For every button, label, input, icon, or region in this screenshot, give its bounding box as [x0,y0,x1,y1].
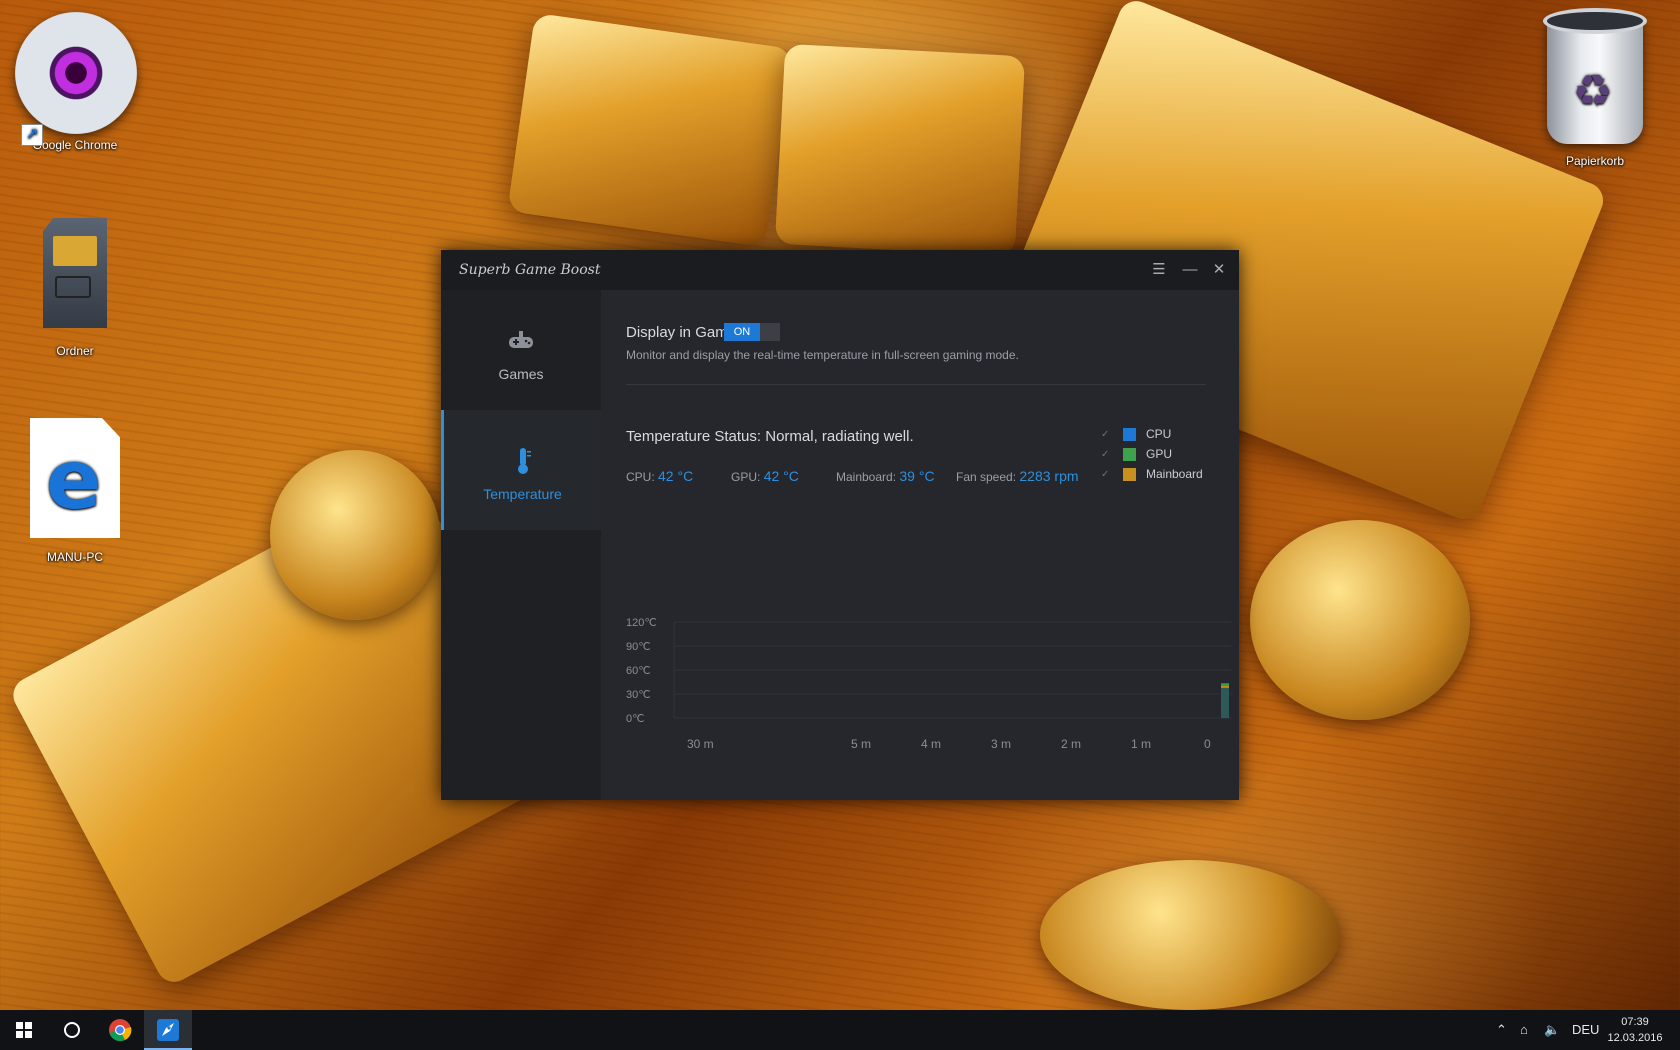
network-icon[interactable]: ⌂ [1520,1022,1528,1037]
gpu-label: GPU: [731,470,761,484]
rocket-icon [157,1019,179,1041]
y-tick-label: 60℃ [626,665,651,677]
cortana-icon [64,1022,80,1038]
legend-swatch [1123,428,1136,441]
language-indicator[interactable]: DEU [1572,1022,1599,1037]
mainboard-label: Mainboard: [836,470,897,484]
temperature-chart-svg: 120℃ 90℃ 60℃ 30℃ 0℃ 30 m 5 m 4 m 3 m 2 m 1 m 0 [626,617,1231,751]
x-tick-label: 2 m [1061,737,1081,751]
cpu-value: 42 °C [658,468,694,484]
check-icon[interactable]: ✓ [1101,429,1113,441]
nav-item-label: Games [498,366,544,382]
toggle-state: ON [724,323,760,341]
shortcut-arrow-icon: ↗ [21,124,43,146]
nav-item-games[interactable]: Games [441,290,601,410]
fan-metric: Fan speed: 2283 rpm [956,468,1079,484]
latest-readings-bar [1221,684,1229,718]
mainboard-value: 39 °C [899,468,935,484]
x-tick-label: 30 m [687,737,714,751]
chrome-icon [109,1019,132,1042]
legend-label: GPU [1146,447,1173,461]
menu-icon[interactable]: ☰ [1148,259,1170,281]
clock[interactable]: 07:39 12.03.2016 [1600,1014,1670,1046]
app-window: Superb Game Boost ☰ — ✕ Games Temperatur… [441,250,1239,800]
x-tick-label: 1 m [1131,737,1151,751]
y-tick-label: 90℃ [626,641,651,653]
gold-bar-bg [507,12,793,248]
minimize-icon[interactable]: — [1179,259,1201,281]
volume-icon[interactable]: 🔈 [1544,1022,1560,1038]
windows-icon [16,1022,32,1038]
thermometer-icon [517,448,531,474]
temperature-status: Temperature Status: Normal, radiating we… [626,428,914,445]
desktop-icon-label: MANU-PC [47,550,103,564]
sidebar: Games Temperature [441,290,601,800]
mainboard-metric: Mainboard: 39 °C [836,468,935,484]
clock-time: 07:39 [1621,1016,1649,1028]
chrome-icon [15,12,137,134]
y-tick-label: 120℃ [626,617,657,629]
check-icon[interactable]: ✓ [1101,469,1113,481]
clock-date: 12.03.2016 [1607,1032,1663,1044]
desktop-icon-folder[interactable]: Ordner [15,218,135,358]
data-point-mainboard [1221,685,1229,688]
check-icon[interactable]: ✓ [1101,449,1113,461]
desktop-icon-label: Ordner [56,344,94,358]
taskbar-chrome[interactable] [96,1010,144,1050]
chevron-up-icon[interactable]: ⌃ [1496,1022,1507,1038]
gold-coin-bg [1040,860,1340,1010]
y-tick-label: 30℃ [626,689,651,701]
y-tick-label: 0℃ [626,713,644,725]
legend-item-gpu[interactable]: ✓ GPU [1101,447,1221,465]
edge-file-icon: e [30,418,120,538]
desktop-icon-recycle-bin[interactable]: ♻ Papierkorb [1535,8,1655,168]
start-button[interactable] [0,1010,48,1050]
temperature-chart: 120℃ 90℃ 60℃ 30℃ 0℃ 30 m 5 m 4 m 3 m 2 m 1 m 0 [601,610,1239,805]
legend-label: Mainboard [1146,467,1203,481]
sd-card-icon [43,218,107,328]
gold-coin-bg [1250,520,1470,720]
taskbar-game-boost[interactable] [144,1010,192,1050]
legend-swatch [1123,448,1136,461]
display-in-game-toggle[interactable]: ON [724,323,780,341]
close-icon[interactable]: ✕ [1208,259,1230,281]
title-bar[interactable]: Superb Game Boost ☰ — ✕ [441,250,1239,290]
desktop-icon-chrome[interactable]: ↗ Google Chrome [15,12,137,152]
x-tick-label: 3 m [991,737,1011,751]
desktop-icon-label: Papierkorb [1565,154,1625,168]
cpu-metric: CPU: 42 °C [626,468,693,484]
gpu-metric: GPU: 42 °C [731,468,799,484]
app-title: Superb Game Boost [459,262,601,278]
legend-item-mainboard[interactable]: ✓ Mainboard [1101,467,1221,485]
legend-label: CPU [1146,427,1172,441]
legend-item-cpu[interactable]: ✓ CPU [1101,427,1221,445]
temperature-panel: Display in Game: ON Monitor and display … [601,290,1239,800]
recycle-bin-icon: ♻ [1543,8,1647,144]
nav-item-temperature[interactable]: Temperature [441,410,601,530]
gpu-value: 42 °C [763,468,799,484]
desktop-icon-manu-pc[interactable]: e MANU-PC [15,418,135,564]
gold-coin-bg [270,450,440,620]
cpu-label: CPU: [626,470,655,484]
x-tick-label: 4 m [921,737,941,751]
x-tick-label: 5 m [851,737,871,751]
data-point-gpu [1221,683,1229,686]
legend-swatch [1123,468,1136,481]
display-in-game-description: Monitor and display the real-time temper… [626,348,1019,362]
nav-item-label: Temperature [483,486,562,502]
gold-bar-bg [774,43,1026,257]
fan-label: Fan speed: [956,470,1017,484]
divider [626,384,1206,385]
fan-value: 2283 rpm [1019,468,1079,484]
cortana-button[interactable] [48,1010,96,1050]
gamepad-icon [509,331,533,348]
x-tick-label: 0 [1204,737,1211,751]
taskbar: ⌃ ⌂ 🔈 DEU 07:39 12.03.2016 [0,1010,1680,1050]
